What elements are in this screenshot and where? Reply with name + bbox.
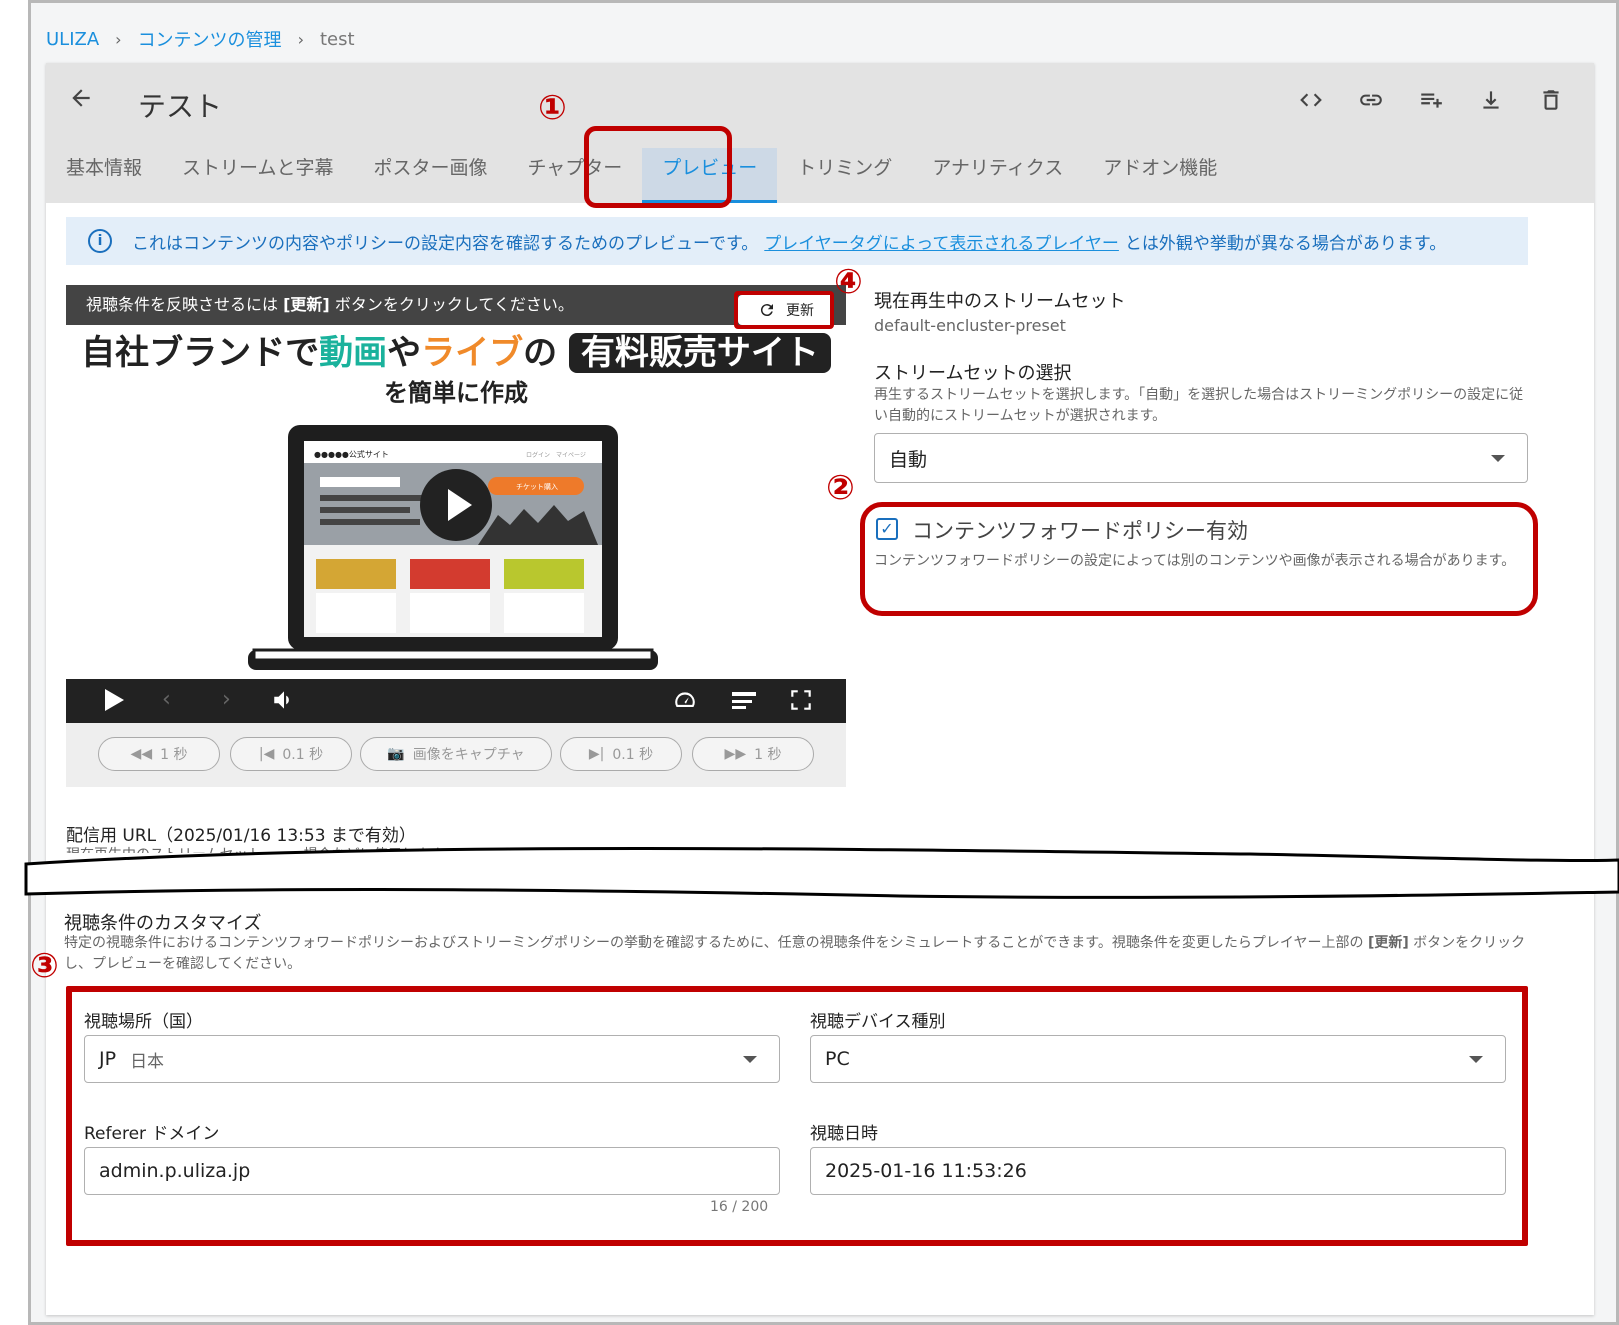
content-header: テスト 基本情報 ストリームと字幕 ポスター画像 チャプター プレビュー トリミ…	[46, 63, 1594, 203]
refresh-hint-banner: 視聴条件を反映させるには [更新] ボタンをクリックしてください。	[66, 285, 846, 325]
annotation-number-2: ②	[826, 468, 855, 508]
fullscreen-icon[interactable]	[788, 687, 814, 719]
step-label: 0.1 秒	[612, 747, 654, 763]
tab-basic-info[interactable]: 基本情報	[46, 148, 162, 203]
step-label: 0.1 秒	[282, 747, 324, 763]
annotation-number-1: ①	[538, 88, 567, 128]
step-label: 1 秒	[160, 747, 188, 763]
video-player[interactable]: 自社ブランドで動画やライブの 有料販売サイト を簡単に作成 ●●●●●公式サイト…	[66, 285, 846, 723]
code-icon[interactable]	[1298, 87, 1324, 113]
breadcrumb-root[interactable]: ULIZA	[46, 29, 99, 50]
ad-text: や	[387, 333, 422, 373]
rewind-icon: ◀◀	[130, 746, 153, 762]
tab-analytics[interactable]: アナリティクス	[912, 148, 1083, 203]
speed-icon[interactable]	[672, 687, 698, 719]
ad-text: 動画	[319, 333, 388, 373]
annotation-number-4: ④	[834, 262, 863, 302]
tab-poster-image[interactable]: ポスター画像	[353, 148, 507, 203]
rewind-1s-button[interactable]: ◀◀ 1 秒	[98, 737, 220, 771]
banner-text: ボタンをクリックしてください。	[329, 295, 574, 314]
frame-back-button[interactable]: |◀ 0.1 秒	[230, 737, 352, 771]
breadcrumb: ULIZA › コンテンツの管理 › test	[46, 26, 355, 52]
info-text: とは外観や挙動が異なる場合があります。	[1124, 233, 1447, 254]
page-cut-divider	[24, 847, 1619, 899]
stream-select-label: ストリームセットの選択	[874, 363, 1072, 384]
screen-nav: ログイン マイページ	[526, 451, 586, 459]
tab-addons[interactable]: アドオン機能	[1083, 148, 1237, 203]
fast-forward-icon: ▶▶	[724, 746, 747, 762]
ad-text: 自社ブランドで	[81, 333, 320, 373]
breadcrumb-separator: ›	[297, 29, 304, 49]
settings-icon[interactable]	[730, 687, 758, 719]
tab-trimming[interactable]: トリミング	[777, 148, 912, 203]
download-icon[interactable]	[1478, 87, 1504, 113]
player-tag-link[interactable]: プレイヤータグによって表示されるプレイヤー	[764, 229, 1119, 254]
link-icon[interactable]	[1358, 87, 1384, 113]
annotation-box-forward-policy	[860, 502, 1538, 616]
step-controls: ◀◀ 1 秒 |◀ 0.1 秒 📷 画像をキャプチャ ▶| 0.1 秒 ▶▶ 1 秒	[66, 723, 846, 787]
screen-logo: ●●●●●公式サイト	[314, 449, 389, 459]
capture-image-button[interactable]: 📷 画像をキャプチャ	[360, 737, 552, 771]
arrow-left-icon[interactable]	[68, 85, 94, 118]
laptop-illustration: ●●●●●公式サイト ログイン マイページ チケット購入	[248, 425, 658, 670]
step-label: 1 秒	[754, 747, 782, 763]
breadcrumb-current: test	[319, 28, 355, 50]
playlist-add-icon[interactable]	[1418, 87, 1444, 113]
frame-forward-icon: ▶|	[588, 746, 605, 762]
stream-select-desc: 再生するストリームセットを選択します。「自動」を選択した場合はストリーミングポリ…	[874, 387, 1524, 424]
ad-text: の	[523, 333, 558, 373]
frame-back-icon: |◀	[258, 746, 275, 762]
ad-headline: 自社ブランドで動画やライブの 有料販売サイト	[66, 325, 846, 374]
camera-icon: 📷	[387, 746, 405, 762]
banner-text: 視聴条件を反映させるには	[86, 295, 284, 314]
delete-icon[interactable]	[1538, 87, 1564, 113]
info-icon: i	[88, 229, 112, 253]
current-stream-value: default-encluster-preset	[874, 316, 1066, 335]
annotation-number-3: ③	[30, 946, 59, 986]
frame-forward-button[interactable]: ▶| 0.1 秒	[560, 737, 682, 771]
tab-streams-subtitles[interactable]: ストリームと字幕	[162, 148, 353, 203]
breadcrumb-parent[interactable]: コンテンツの管理	[138, 26, 282, 52]
prev-icon[interactable]: ‹	[162, 687, 171, 712]
play-icon[interactable]	[420, 469, 492, 541]
volume-icon[interactable]	[270, 687, 298, 719]
page-title: テスト	[138, 90, 223, 123]
annotation-box-refresh	[734, 291, 834, 329]
step-label: 画像をキャプチャ	[412, 747, 525, 763]
screen-ticket: チケット購入	[516, 482, 558, 491]
annotation-box-conditions	[66, 986, 1528, 1246]
chevron-down-icon	[1491, 455, 1505, 462]
stream-set-select[interactable]: 自動	[874, 433, 1528, 483]
header-toolbar	[1298, 87, 1564, 113]
stream-set-value: 自動	[889, 448, 928, 471]
player-controls: ‹ ›	[66, 679, 846, 723]
annotation-box-preview-tab	[584, 126, 732, 208]
ad-subline: を簡単に作成	[384, 379, 528, 407]
banner-text-bold: [更新]	[283, 295, 330, 314]
ad-text: ライブ	[421, 333, 524, 373]
forward-1s-button[interactable]: ▶▶ 1 秒	[692, 737, 814, 771]
next-icon[interactable]: ›	[222, 687, 231, 712]
play-icon[interactable]	[102, 687, 126, 719]
info-banner: i これはコンテンツの内容やポリシーの設定内容を確認するためのプレビューです。 …	[66, 217, 1528, 265]
ad-text: 有料販売サイト	[568, 333, 831, 373]
info-text: これはコンテンツの内容やポリシーの設定内容を確認するためのプレビューです。	[132, 233, 759, 254]
breadcrumb-separator: ›	[115, 29, 122, 49]
current-stream-label: 現在再生中のストリームセット	[874, 291, 1126, 312]
